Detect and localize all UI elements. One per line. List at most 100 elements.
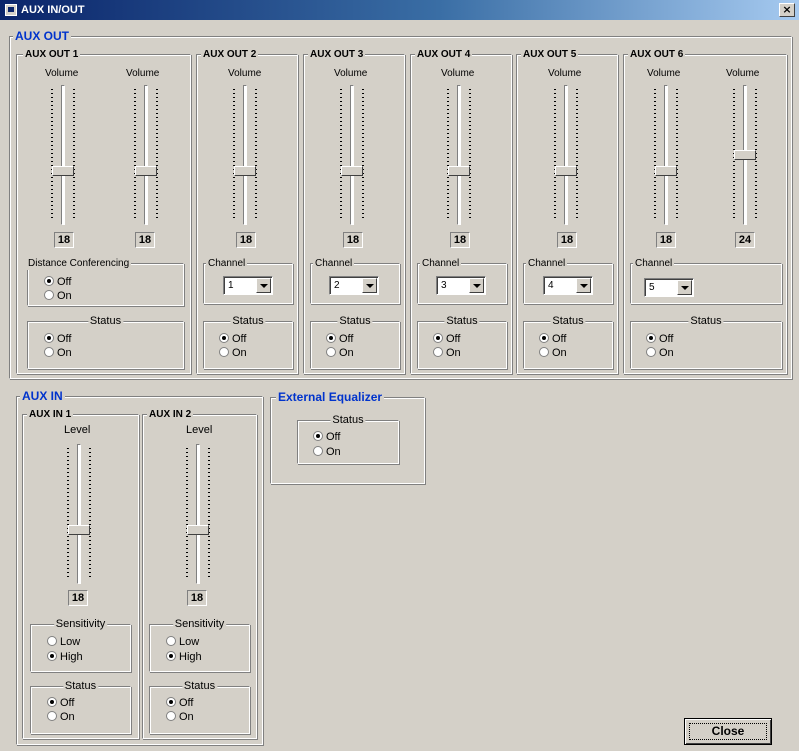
channel-label: Channel (526, 257, 568, 270)
slider-thumb[interactable] (52, 166, 74, 176)
radio-icon (219, 347, 229, 358)
aux-out-4-title: AUX OUT 4 (415, 48, 473, 61)
dc-off-radio[interactable]: Off (44, 276, 71, 289)
close-button-label: Close (711, 724, 745, 738)
slider-thumb[interactable] (187, 525, 209, 535)
volume-label: Volume (548, 68, 582, 79)
slider-thumb[interactable] (448, 166, 470, 176)
channel-label: Channel (206, 257, 248, 270)
radio-selected-icon (166, 697, 176, 708)
status-label: Status (230, 315, 266, 328)
slider-thumb[interactable] (734, 150, 756, 160)
sensitivity-low-radio[interactable]: Low (166, 636, 199, 649)
volume-label: Volume (647, 68, 681, 79)
slider-thumb[interactable] (555, 166, 577, 176)
status-off-radio[interactable]: Off (44, 333, 71, 346)
volume-label: Volume (228, 68, 262, 79)
close-button[interactable]: Close (684, 718, 772, 745)
volume-value: 18 (135, 232, 155, 248)
channel-select-out2[interactable]: 1 (223, 276, 273, 295)
chevron-down-icon[interactable] (576, 278, 591, 293)
aux-out-title: AUX OUT (13, 29, 71, 43)
status-on-radio[interactable]: On (219, 347, 247, 360)
sensitivity-label: Sensitivity (53, 618, 108, 631)
radio-selected-icon (313, 431, 323, 442)
status-on-radio[interactable]: On (313, 446, 341, 459)
status-on-radio[interactable]: On (433, 347, 461, 360)
volume-slider-out6-a[interactable] (650, 85, 682, 230)
status-off-radio[interactable]: Off (326, 333, 353, 346)
external-equalizer-title: External Equalizer (276, 390, 385, 404)
status-on-radio[interactable]: On (166, 711, 194, 724)
status-group-in2: Status (149, 680, 250, 734)
status-on-radio[interactable]: On (47, 711, 75, 724)
sensitivity-group-in2: Sensitivity (149, 618, 250, 672)
radio-icon (166, 636, 176, 647)
status-on-radio[interactable]: On (539, 347, 567, 360)
sensitivity-low-radio[interactable]: Low (47, 636, 80, 649)
level-slider-in2[interactable] (182, 444, 214, 589)
status-on-radio[interactable]: On (44, 347, 72, 360)
chevron-down-icon[interactable] (362, 278, 377, 293)
channel-label: Channel (420, 257, 462, 270)
aux-out-1-title: AUX OUT 1 (23, 48, 81, 61)
close-icon[interactable]: × (779, 3, 795, 17)
slider-thumb[interactable] (68, 525, 90, 535)
window-title: AUX IN/OUT (21, 4, 85, 16)
status-off-radio[interactable]: Off (646, 333, 673, 346)
sensitivity-high-radio[interactable]: High (166, 651, 202, 664)
status-on-radio[interactable]: On (326, 347, 354, 360)
status-group-out5: Status (523, 315, 613, 369)
volume-slider-out1-a[interactable] (47, 85, 79, 230)
radio-icon (47, 636, 57, 647)
slider-thumb[interactable] (341, 166, 363, 176)
status-off-radio[interactable]: Off (47, 697, 74, 710)
sensitivity-label: Sensitivity (172, 618, 227, 631)
radio-selected-icon (44, 276, 54, 287)
volume-slider-out1-b[interactable] (130, 85, 162, 230)
volume-slider-out6-b[interactable] (729, 85, 761, 230)
radio-selected-icon (47, 651, 57, 662)
volume-value: 18 (54, 232, 74, 248)
distance-conferencing-label: Distance Conferencing (26, 257, 132, 270)
volume-slider-out3[interactable] (336, 85, 368, 230)
status-off-radio[interactable]: Off (219, 333, 246, 346)
status-on-radio[interactable]: On (646, 347, 674, 360)
radio-selected-icon (326, 333, 336, 344)
radio-selected-icon (646, 333, 656, 344)
slider-thumb[interactable] (655, 166, 677, 176)
volume-slider-out4[interactable] (443, 85, 475, 230)
status-label: Status (688, 315, 724, 328)
chevron-down-icon[interactable] (677, 280, 692, 295)
aux-in-1-title: AUX IN 1 (27, 408, 74, 421)
channel-select-out4[interactable]: 3 (436, 276, 486, 295)
level-label: Level (186, 424, 213, 436)
channel-label: Channel (633, 257, 675, 270)
radio-icon (44, 347, 54, 358)
aux-out-6-title: AUX OUT 6 (628, 48, 686, 61)
volume-label: Volume (45, 68, 79, 79)
slider-thumb[interactable] (234, 166, 256, 176)
dc-on-radio[interactable]: On (44, 290, 72, 303)
volume-value: 18 (236, 232, 256, 248)
channel-select-out3[interactable]: 2 (329, 276, 379, 295)
channel-label: Channel (313, 257, 355, 270)
sensitivity-high-radio[interactable]: High (47, 651, 83, 664)
volume-slider-out2[interactable] (229, 85, 261, 230)
level-slider-in1[interactable] (63, 444, 95, 589)
status-group-in1: Status (30, 680, 131, 734)
status-off-radio[interactable]: Off (433, 333, 460, 346)
volume-slider-out5[interactable] (550, 85, 582, 230)
status-off-radio[interactable]: Off (539, 333, 566, 346)
channel-select-out5[interactable]: 4 (543, 276, 593, 295)
slider-thumb[interactable] (135, 166, 157, 176)
title-bar: AUX IN/OUT × (0, 0, 799, 20)
status-off-radio[interactable]: Off (313, 431, 340, 444)
volume-value: 18 (450, 232, 470, 248)
chevron-down-icon[interactable] (469, 278, 484, 293)
chevron-down-icon[interactable] (256, 278, 271, 293)
status-off-radio[interactable]: Off (166, 697, 193, 710)
app-icon (5, 4, 17, 16)
radio-selected-icon (433, 333, 443, 344)
channel-select-out6[interactable]: 5 (644, 278, 694, 297)
